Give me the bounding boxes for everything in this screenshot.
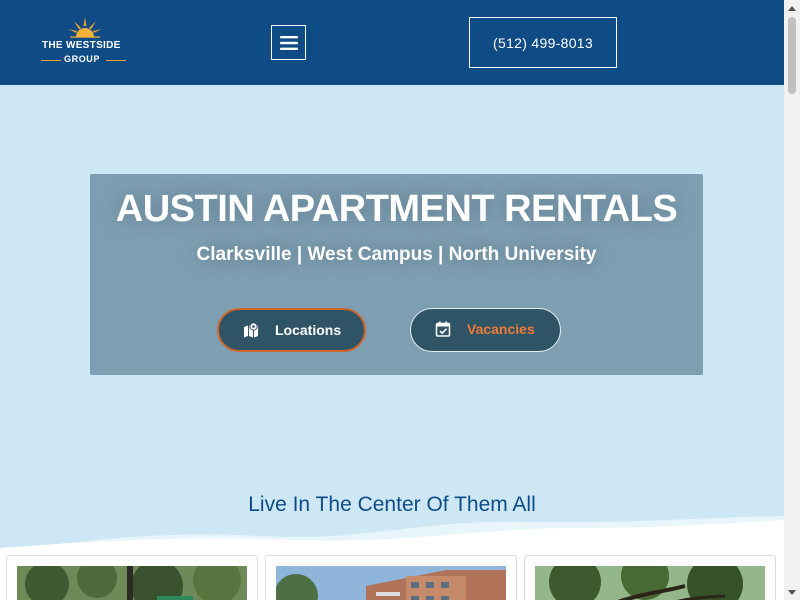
calendar-check-icon xyxy=(435,321,451,337)
map-pin-icon xyxy=(244,322,258,338)
scroll-down-arrow-icon[interactable] xyxy=(784,584,800,600)
property-card[interactable] xyxy=(6,555,258,600)
scrollbar-thumb[interactable] xyxy=(788,17,796,94)
hero-subtitle: Clarksville | West Campus | North Univer… xyxy=(196,244,597,265)
section-heading: Live In The Center Of Them All xyxy=(248,493,536,516)
phone-number-button[interactable]: (512) 499-8013 xyxy=(469,17,617,68)
oak-tree-photo[interactable] xyxy=(535,566,765,600)
vacancies-button[interactable]: Vacancies xyxy=(410,308,561,352)
logo-subtitle: GROUP xyxy=(64,54,101,64)
site-header: THE WESTSIDE GROUP (512) 499-8013 xyxy=(0,0,784,85)
hero-banner: AUSTIN APARTMENT RENTALS Clarksville | W… xyxy=(90,174,703,375)
scroll-up-arrow-icon[interactable] xyxy=(784,0,800,16)
logo-title: THE WESTSIDE xyxy=(42,40,121,51)
sunrise-logo-icon xyxy=(68,17,102,38)
property-card[interactable] xyxy=(265,555,517,600)
page-scrollbar[interactable] xyxy=(784,0,800,600)
hamburger-menu-icon xyxy=(279,35,298,50)
hero-title: AUSTIN APARTMENT RENTALS xyxy=(115,188,678,230)
tree-street-photo[interactable] xyxy=(17,566,247,600)
locations-button[interactable]: Locations xyxy=(217,308,366,352)
westside-group-logo[interactable]: THE WESTSIDE GROUP xyxy=(40,16,130,68)
logo-divider-left xyxy=(41,60,61,61)
apartment-building-photo[interactable] xyxy=(276,566,506,600)
locations-button-label: Locations xyxy=(275,322,342,338)
menu-toggle-button[interactable] xyxy=(271,25,306,60)
vacancies-button-label: Vacancies xyxy=(467,321,535,337)
logo-divider-right xyxy=(106,60,126,61)
property-card[interactable] xyxy=(524,555,776,600)
